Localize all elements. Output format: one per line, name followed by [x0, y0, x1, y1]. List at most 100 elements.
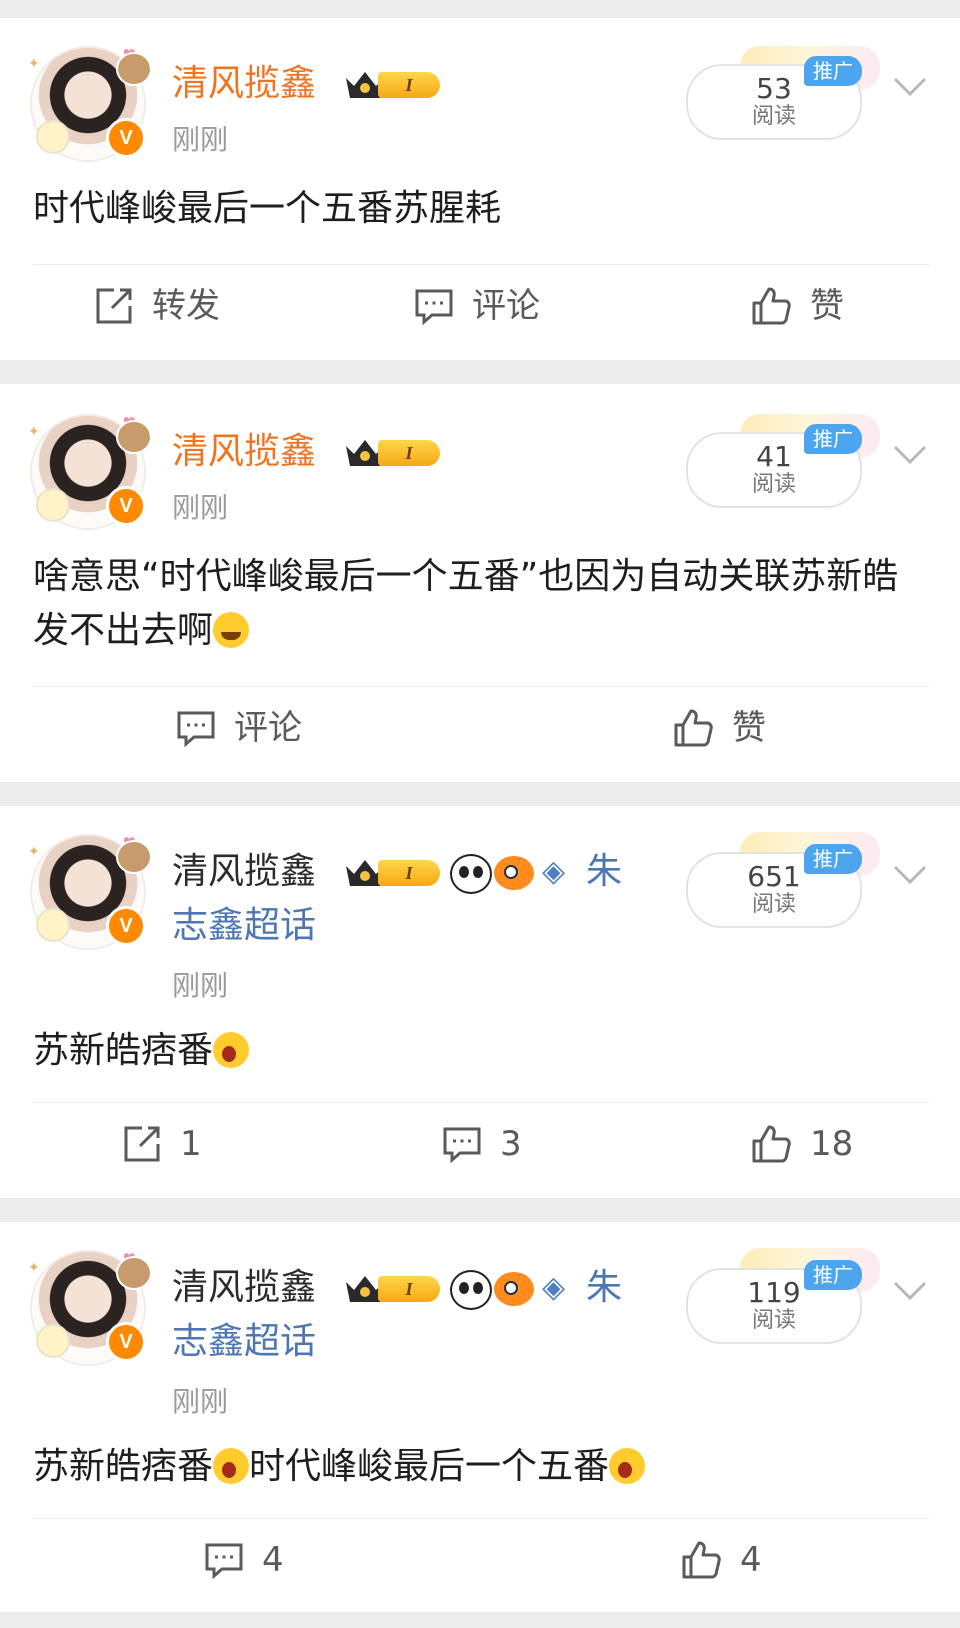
flower-sticker-icon — [36, 120, 70, 154]
level-badge[interactable]: I — [344, 434, 442, 470]
yawn-emoji-icon — [609, 1448, 646, 1484]
level-badge[interactable]: I — [344, 66, 442, 102]
read-label: 阅读 — [751, 1308, 796, 1333]
sparkle-icon: ✦ — [28, 844, 40, 860]
post-text-content: 苏新皓痞番 — [33, 1030, 214, 1071]
comment-button[interactable]: 4 — [204, 1538, 284, 1582]
avatar[interactable]: ✦ ♥ V — [28, 46, 152, 162]
repost-button[interactable]: 1 — [122, 1122, 202, 1166]
panda-icon[interactable] — [450, 854, 492, 894]
level-number: I — [378, 1276, 440, 1302]
like-count: 18 — [810, 1124, 854, 1164]
like-button[interactable]: 赞 — [672, 706, 766, 750]
diamond-icon: ◈ — [542, 854, 566, 889]
chevron-down-icon[interactable] — [892, 1280, 928, 1302]
comment-button[interactable]: 评论 — [414, 284, 540, 328]
panda-icon[interactable] — [450, 1270, 492, 1310]
sparkle-icon: ✦ — [28, 1260, 40, 1276]
sparkle-icon: ✦ — [28, 56, 40, 72]
post-card: ✦ ♥ V 清风揽鑫 I ◈ 朱 志鑫超话 刚刚 119 阅读 推广 苏新皓痞番… — [0, 1222, 960, 1612]
read-label: 阅读 — [751, 104, 796, 129]
repost-button[interactable]: 转发 — [94, 284, 220, 328]
verified-v-icon: V — [106, 118, 146, 158]
like-button[interactable]: 18 — [750, 1122, 853, 1166]
flower-sticker-icon — [36, 1324, 70, 1358]
fish-icon[interactable] — [494, 856, 534, 890]
like-button[interactable]: 赞 — [750, 284, 844, 328]
super-topic-link[interactable]: 朱 — [586, 848, 622, 896]
level-number: I — [378, 72, 440, 98]
level-number: I — [378, 860, 440, 886]
promo-tag[interactable]: 推广 — [804, 844, 862, 874]
level-number: I — [378, 440, 440, 466]
post-card: ✦ ♥ V 清风揽鑫 I ◈ 朱 志鑫超话 刚刚 651 阅读 推广 苏新皓痞番… — [0, 806, 960, 1198]
comment-icon — [415, 289, 453, 326]
level-badge[interactable]: I — [344, 1270, 442, 1306]
like-label: 赞 — [810, 286, 844, 326]
like-icon — [752, 287, 791, 325]
verified-v-icon: V — [106, 1322, 146, 1362]
comment-button[interactable]: 评论 — [176, 706, 302, 750]
super-topic-link[interactable]: 朱 — [586, 1264, 622, 1312]
like-icon — [674, 709, 713, 747]
like-count: 4 — [740, 1540, 762, 1580]
diamond-icon: ◈ — [542, 1270, 566, 1305]
bear-sticker-icon — [116, 420, 152, 454]
comment-button[interactable]: 3 — [442, 1122, 522, 1166]
username[interactable]: 清风揽鑫 — [172, 428, 316, 476]
divider — [33, 686, 929, 687]
yawn-emoji-icon — [213, 1032, 250, 1068]
fish-icon[interactable] — [494, 1272, 534, 1306]
promo-tag[interactable]: 推广 — [804, 1260, 862, 1290]
post-card: ✦ ♥ V 清风揽鑫 I 刚刚 53 阅读 推广 时代峰峻最后一个五番苏腥耗 转… — [0, 18, 960, 360]
read-label: 阅读 — [751, 892, 796, 917]
post-card: ✦ ♥ V 清风揽鑫 I 刚刚 41 阅读 推广 啥意思“时代峰峻最后一个五番”… — [0, 384, 960, 782]
super-topic-link[interactable]: 志鑫超话 — [172, 1318, 316, 1366]
comment-icon — [177, 711, 215, 748]
post-time: 刚刚 — [172, 1385, 229, 1418]
level-badge[interactable]: I — [344, 854, 442, 890]
username[interactable]: 清风揽鑫 — [172, 848, 316, 896]
post-text: 时代峰峻最后一个五番苏腥耗 — [33, 188, 502, 229]
divider — [33, 1102, 929, 1103]
post-text: 苏新皓痞番 — [33, 1024, 913, 1078]
username[interactable]: 清风揽鑫 — [172, 1264, 316, 1312]
repost-icon — [96, 288, 132, 324]
comment-label: 评论 — [234, 708, 302, 748]
like-icon — [682, 1541, 721, 1579]
repost-icon — [124, 1126, 160, 1162]
avatar[interactable]: ✦ ♥ V — [28, 834, 152, 950]
like-button[interactable]: 4 — [680, 1538, 762, 1582]
comment-count: 3 — [500, 1124, 522, 1164]
repost-count: 1 — [180, 1124, 202, 1164]
bear-sticker-icon — [116, 840, 152, 874]
bear-sticker-icon — [116, 1256, 152, 1290]
bear-sticker-icon — [116, 52, 152, 86]
read-label: 阅读 — [751, 472, 796, 497]
chevron-down-icon[interactable] — [892, 864, 928, 886]
chevron-down-icon[interactable] — [892, 76, 928, 98]
promo-tag[interactable]: 推广 — [804, 56, 862, 86]
post-text-part: 时代峰峻最后一个五番 — [249, 1446, 610, 1487]
repost-label: 转发 — [152, 286, 220, 326]
comment-label: 评论 — [472, 286, 540, 326]
comment-count: 4 — [262, 1540, 284, 1580]
promo-tag[interactable]: 推广 — [804, 424, 862, 454]
username[interactable]: 清风揽鑫 — [172, 60, 316, 108]
avatar[interactable]: ✦ ♥ V — [28, 1250, 152, 1366]
comment-icon — [205, 1543, 243, 1580]
divider — [33, 1518, 929, 1519]
super-topic-link[interactable]: 志鑫超话 — [172, 902, 316, 950]
divider — [33, 264, 929, 265]
post-text-content: 啥意思“时代峰峻最后一个五番”也因为自动关联苏新皓发不出去啊 — [33, 556, 899, 651]
post-text: 苏新皓痞番 时代峰峻最后一个五番 — [33, 1440, 913, 1494]
comment-icon — [443, 1127, 481, 1164]
like-label: 赞 — [732, 708, 766, 748]
post-time: 刚刚 — [172, 491, 229, 524]
yawn-emoji-icon — [213, 1448, 250, 1484]
verified-v-icon: V — [106, 486, 146, 526]
chevron-down-icon[interactable] — [892, 444, 928, 466]
flower-sticker-icon — [36, 488, 70, 522]
avatar[interactable]: ✦ ♥ V — [28, 414, 152, 530]
verified-v-icon: V — [106, 906, 146, 946]
